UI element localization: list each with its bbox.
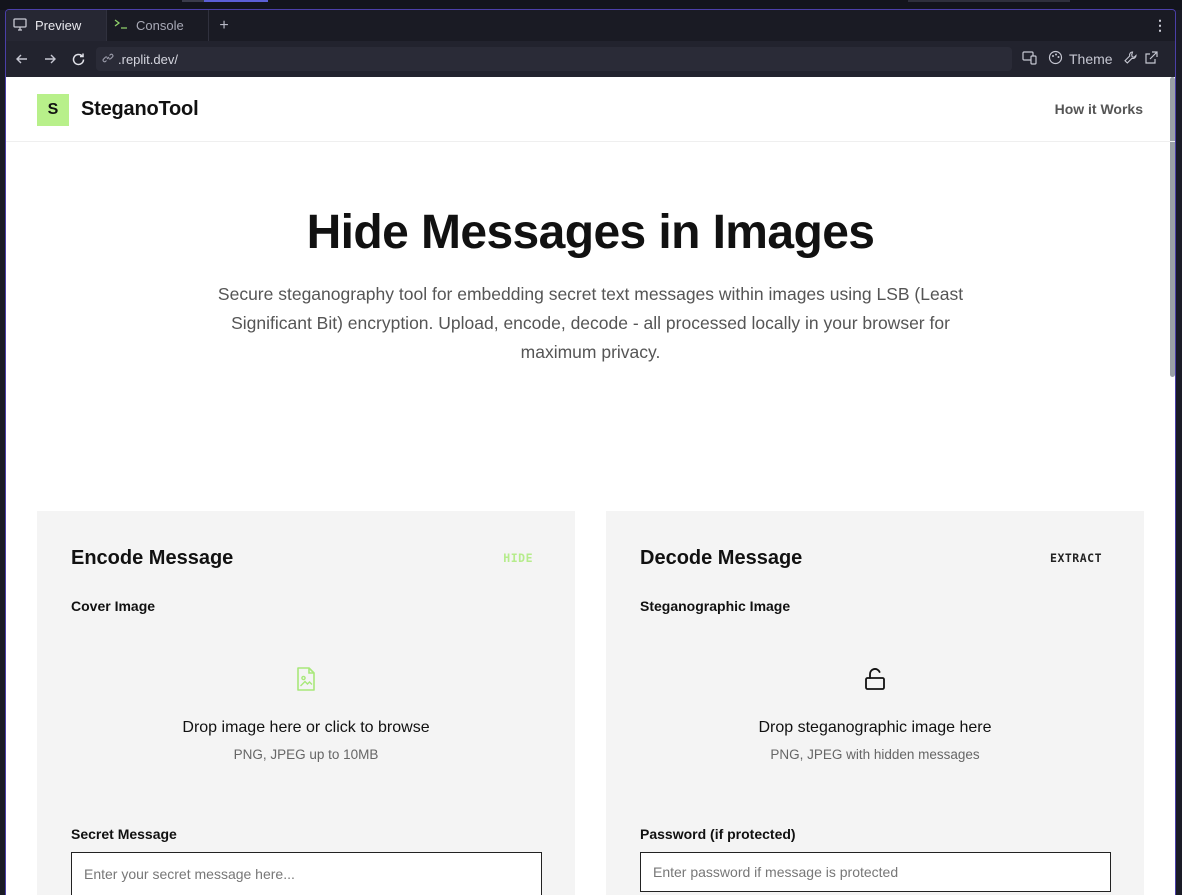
cover-image-label: Cover Image [71, 598, 156, 614]
cover-image-dropzone[interactable]: Drop image here or click to browse PNG, … [71, 641, 541, 771]
url-bar[interactable]: .replit.dev/ [96, 47, 1012, 71]
preview-pane: Preview Console + ⋮ .replit.dev/ Theme S… [5, 9, 1176, 895]
decode-title: Decode Message [640, 547, 803, 569]
forward-arrow-icon[interactable] [36, 45, 64, 73]
image-file-icon [296, 667, 316, 696]
tab-console[interactable]: Console [107, 10, 209, 41]
stego-dropzone-hint: PNG, JPEG with hidden messages [770, 747, 980, 762]
cover-dropzone-hint: PNG, JPEG up to 10MB [233, 747, 379, 762]
terminal-icon [114, 18, 128, 33]
top-strip-active-marker [204, 0, 268, 2]
secret-message-label: Secret Message [71, 826, 177, 842]
site-name[interactable]: SteganoTool [81, 98, 199, 121]
top-strip-marker [908, 0, 1070, 2]
unlock-icon [864, 667, 886, 696]
hero-title: Hide Messages in Images [306, 206, 875, 259]
more-options-icon[interactable]: ⋮ [1145, 10, 1175, 41]
site-header: S SteganoTool How it Works [6, 77, 1175, 142]
secret-message-input[interactable]: Enter your secret message here... [71, 852, 542, 895]
password-label: Password (if protected) [640, 826, 796, 842]
cover-dropzone-title: Drop image here or click to browse [182, 719, 430, 736]
link-icon [102, 52, 114, 67]
back-arrow-icon[interactable] [8, 45, 36, 73]
encode-card: Encode Message HIDE Cover Image Drop ima… [37, 511, 575, 895]
web-page: S SteganoTool How it Works Hide Messages… [6, 77, 1175, 895]
stego-dropzone-title: Drop steganographic image here [758, 719, 992, 736]
top-strip-marker [182, 0, 204, 2]
decode-card: Decode Message EXTRACT Steganographic Im… [606, 511, 1144, 895]
open-external-icon[interactable] [1144, 50, 1158, 68]
wrench-icon[interactable] [1123, 50, 1138, 68]
monitor-icon [13, 17, 27, 34]
theme-label: Theme [1069, 51, 1113, 67]
add-tab-button[interactable]: + [209, 10, 239, 41]
decode-tag: EXTRACT [1050, 551, 1102, 565]
devices-icon[interactable] [1022, 50, 1038, 68]
encode-tag: HIDE [503, 551, 533, 565]
tab-preview[interactable]: Preview [6, 10, 107, 41]
address-bar-row: .replit.dev/ Theme [6, 41, 1175, 77]
reload-icon[interactable] [64, 45, 92, 73]
logo-mark[interactable]: S [37, 94, 69, 126]
nav-link-how-it-works[interactable]: How it Works [1055, 101, 1143, 117]
url-text: .replit.dev/ [118, 51, 178, 67]
palette-icon [1048, 50, 1063, 68]
theme-button[interactable]: Theme [1044, 50, 1117, 68]
tab-preview-label: Preview [35, 18, 82, 33]
stego-image-label: Steganographic Image [640, 598, 791, 614]
encode-title: Encode Message [71, 547, 234, 569]
tab-console-label: Console [136, 18, 184, 33]
password-input[interactable]: Enter password if message is protected [640, 852, 1111, 892]
pane-tabs: Preview Console + ⋮ [6, 10, 1175, 41]
hero-description: Secure steganography tool for embedding … [217, 284, 964, 362]
stego-image-dropzone[interactable]: Drop steganographic image here PNG, JPEG… [640, 641, 1110, 771]
